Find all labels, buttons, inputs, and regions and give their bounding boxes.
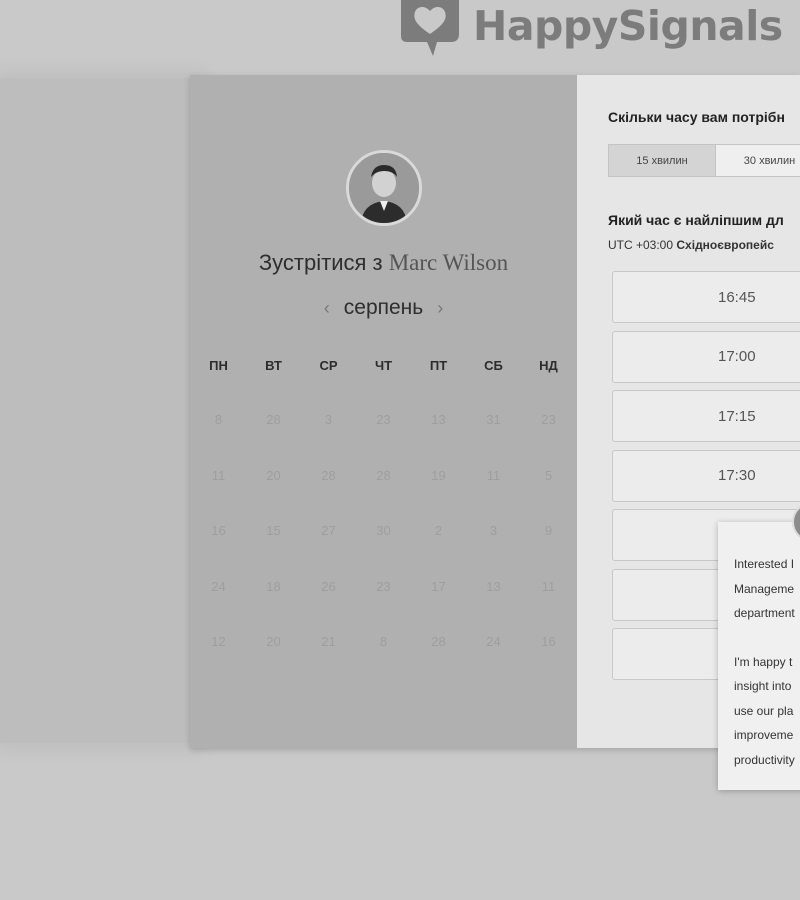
- time-question: Який час є найліпшим дл: [608, 212, 784, 228]
- week-row: 8 28 3 23 13 31 23: [191, 412, 576, 468]
- chat-line: productivity: [734, 752, 795, 767]
- calendar-day: 11: [486, 467, 501, 483]
- calendar-day: 11: [211, 467, 226, 483]
- calendar-day: 18: [266, 578, 281, 594]
- current-month: серпень: [343, 296, 424, 319]
- timezone-selector[interactable]: UTC +03:00 Східноєвропейс: [608, 238, 774, 252]
- weekday-label: НД: [539, 358, 558, 373]
- calendar-day: 8: [379, 634, 388, 649]
- calendar-day: 28: [376, 467, 391, 483]
- brand-name: HappySignals: [473, 1, 783, 50]
- calendar-day: 16: [211, 523, 226, 538]
- chat-line: use our pla: [734, 703, 794, 718]
- calendar-day: 23: [376, 578, 391, 594]
- chat-line: Manageme: [734, 581, 795, 596]
- calendar-day: 5: [544, 467, 553, 483]
- calendar-day: 2: [434, 523, 443, 538]
- calendar-day: 15: [266, 523, 281, 538]
- duration-tabs: 15 хвилин 30 хвилин: [608, 144, 800, 177]
- calendar-day: 3: [489, 523, 498, 538]
- weekday-label: СБ: [484, 358, 503, 373]
- calendar-day: 23: [541, 412, 556, 427]
- calendar-day: 27: [321, 523, 336, 538]
- weekday-label: ПН: [209, 358, 228, 373]
- time-slot-button[interactable]: 16:45: [612, 271, 800, 323]
- calendar-day: 20: [266, 634, 281, 649]
- chat-line: Interested I: [734, 557, 795, 571]
- calendar-day: 28: [321, 467, 336, 483]
- calendar-day: 31: [486, 412, 501, 427]
- month-navigation: ‹ серпень ›: [190, 296, 577, 320]
- chat-line: I'm happy t: [734, 654, 793, 669]
- weekday-label: ВТ: [265, 358, 282, 373]
- calendar-day: 21: [321, 634, 336, 649]
- chat-paragraph: Interested I Manageme department: [734, 552, 800, 626]
- calendar-day: 12: [211, 634, 226, 649]
- calendar-day: 23: [376, 412, 391, 427]
- calendar-day: 11: [541, 578, 556, 594]
- timezone-name: Східноєвропейс: [676, 238, 774, 252]
- calendar-day: 28: [266, 412, 281, 427]
- calendar-day: 24: [211, 578, 226, 594]
- calendar-day: 20: [266, 467, 281, 483]
- chat-line: insight into: [734, 679, 792, 693]
- week-row: 12 20 21 8 28 24 16: [191, 634, 576, 690]
- host-name: Marc Wilson: [388, 250, 509, 275]
- week-row: 16 15 27 30 2 3 9: [191, 523, 576, 579]
- weekday-header: ПН ВТ СР ЧТ ПТ СБ НД: [190, 358, 576, 373]
- meeting-title: Зустрітися з Marc Wilson: [190, 250, 577, 276]
- chevron-left-icon[interactable]: ‹: [310, 298, 344, 319]
- brand-logo: HappySignals: [393, 0, 783, 60]
- weekday-label: СР: [319, 358, 338, 373]
- timezone-offset: UTC +03:00: [608, 238, 674, 252]
- weekday-label: ЧТ: [374, 358, 393, 373]
- week-row: 24 18 26 23 17 13 11: [191, 579, 576, 635]
- time-slot-button[interactable]: 17:00: [612, 330, 800, 383]
- host-avatar: [346, 150, 422, 226]
- duration-30-button[interactable]: 30 хвилин: [716, 144, 800, 177]
- meeting-title-prefix: Зустрітися з: [258, 250, 383, 275]
- duration-question: Скільки часу вам потрібн: [608, 109, 785, 125]
- time-slot-button[interactable]: 17:30: [612, 449, 800, 502]
- time-slot-button[interactable]: 17:15: [612, 390, 800, 442]
- calendar-day: 9: [544, 523, 553, 538]
- calendar-day: 13: [486, 578, 501, 594]
- calendar-day: 24: [486, 634, 501, 649]
- calendar-day: 17: [431, 578, 446, 594]
- calendar-days: 8 28 3 23 13 31 23 11 20 28 28 19 11 5 1…: [191, 412, 576, 690]
- calendar-day: 13: [431, 412, 446, 427]
- heart-speech-bubble-icon: [401, 0, 459, 56]
- calendar-day: 30: [376, 523, 391, 538]
- calendar-panel: Зустрітися з Marc Wilson ‹ серпень › ПН …: [190, 75, 577, 748]
- duration-15-button[interactable]: 15 хвилин: [608, 144, 716, 177]
- chevron-right-icon[interactable]: ›: [423, 298, 457, 319]
- chat-line: improveme: [734, 728, 794, 742]
- calendar-day: 28: [431, 634, 446, 649]
- calendar-day: 8: [214, 412, 223, 427]
- chat-message-popup[interactable]: Interested I Manageme department I'm hap…: [718, 522, 800, 790]
- calendar-day: 26: [321, 578, 336, 594]
- weekday-label: ПТ: [429, 358, 448, 373]
- background-panel: [0, 78, 200, 743]
- chat-paragraph: I'm happy t insight into use our pla imp…: [734, 650, 800, 773]
- calendar-day: 16: [541, 634, 556, 649]
- calendar-day: 3: [324, 412, 333, 427]
- booking-card: Зустрітися з Marc Wilson ‹ серпень › ПН …: [190, 75, 800, 748]
- chat-line: department: [734, 606, 795, 620]
- week-row: 11 20 28 28 19 11 5: [191, 468, 576, 524]
- calendar-day: 19: [431, 467, 446, 483]
